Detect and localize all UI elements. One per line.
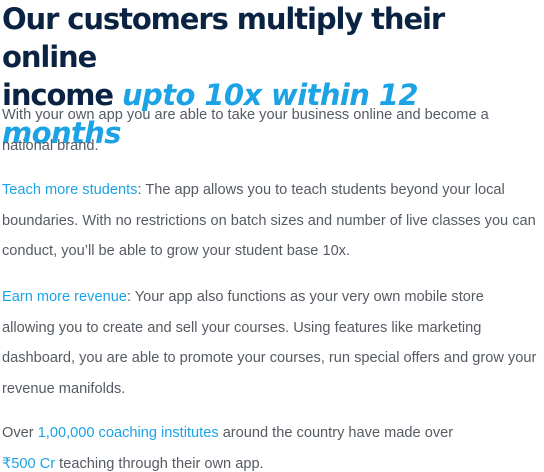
revenue-amount: ₹500 Cr	[2, 455, 56, 472]
earn-label: Earn more revenue	[2, 289, 127, 305]
teach-label: Teach more students	[2, 182, 138, 198]
teach-paragraph: Teach more students: The app allows you …	[2, 175, 537, 267]
earn-text: : Your app also functions as your very o…	[2, 289, 537, 397]
earn-paragraph: Earn more revenue: Your app also functio…	[2, 282, 537, 404]
institutes-count: 1,00,000 coaching institutes	[37, 425, 219, 441]
stats-prefix: Over	[2, 425, 34, 441]
title-line-1: Our customers multiply their online	[2, 2, 445, 74]
page: Our customers multiply their online inco…	[0, 0, 544, 472]
stats-middle: around the country have made over	[222, 425, 454, 441]
stats-paragraph: Over 1,00,000 coaching institutes around…	[2, 418, 537, 472]
intro-text: With your own app you are able to take y…	[2, 107, 489, 154]
stats-suffix: teaching through their own app.	[59, 455, 264, 472]
intro-paragraph: With your own app you are able to take y…	[2, 100, 537, 161]
